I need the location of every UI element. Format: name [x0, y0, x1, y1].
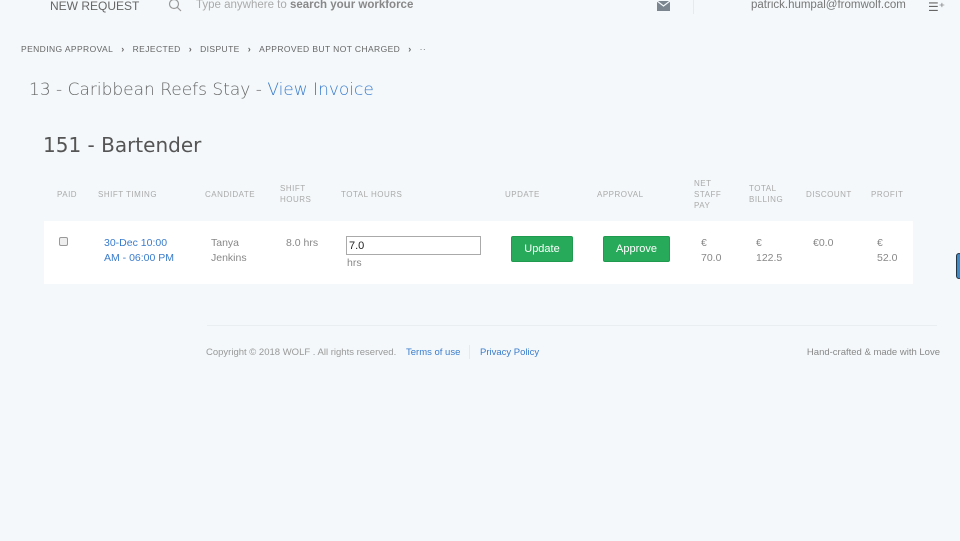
chevron-right-icon: ›	[247, 44, 252, 54]
chevron-right-icon: ›	[408, 44, 412, 54]
total-billing: € 122.5	[756, 237, 783, 264]
user-email[interactable]: patrick.humpal@fromwolf.com	[751, 0, 906, 11]
breadcrumb-dispute[interactable]: DISPUTE	[200, 44, 240, 54]
header-discount: DISCOUNT	[806, 190, 852, 199]
header-candidate: CANDIDATE	[205, 190, 256, 199]
hand-crafted: Hand-crafted & made with Love	[806, 347, 940, 358]
event-title-text: 13 - Caribbean Reefs Stay -	[29, 80, 268, 100]
profit: € 52.0	[877, 237, 898, 264]
update-button[interactable]: Update	[511, 236, 573, 262]
header-total-hours: TOTAL HOURS	[341, 190, 403, 199]
header-shift-timing: SHIFT TIMING	[98, 190, 158, 199]
breadcrumb-rejected[interactable]: REJECTED	[133, 44, 181, 54]
header-update: UPDATE	[505, 190, 540, 199]
mail-icon[interactable]	[657, 1, 670, 11]
hours-unit: hrs	[347, 257, 362, 269]
header-approval: APPROVAL	[597, 190, 644, 199]
chevron-right-icon: ›	[121, 44, 125, 54]
breadcrumb-more[interactable]: ··	[420, 44, 426, 54]
breadcrumb-approved-not-charged[interactable]: APPROVED BUT NOT CHARGED	[259, 44, 400, 54]
net-staff-pay: € 70.0	[701, 237, 722, 264]
position-title: 151 - Bartender	[43, 133, 202, 157]
new-request-button[interactable]: NEW REQUEST	[50, 0, 139, 13]
header-paid: PAID	[57, 190, 78, 199]
footer-divider	[207, 325, 937, 326]
terms-link[interactable]: Terms of use	[406, 347, 460, 358]
header-net-staff-pay: NET STAFF PAY	[694, 179, 722, 210]
privacy-link[interactable]: Privacy Policy	[480, 347, 539, 358]
side-panel-handle[interactable]	[956, 253, 960, 279]
divider	[469, 345, 470, 359]
search-placeholder-bold: search your workforce	[289, 0, 414, 11]
divider	[693, 0, 694, 14]
view-invoice-link[interactable]: View Invoice	[267, 80, 374, 100]
menu-add-icon[interactable]: ☰⁺	[928, 0, 945, 14]
search-placeholder: Type anywhere to	[196, 0, 290, 11]
discount: €0.0	[813, 237, 834, 249]
header-shift-hours: SHIFT HOURS	[280, 184, 312, 204]
header-profit: PROFIT	[871, 190, 904, 199]
event-title: 13 - Caribbean Reefs Stay - View Invoice	[29, 80, 374, 100]
header-total-billing: TOTAL BILLING	[749, 184, 784, 204]
chevron-right-icon: ›	[188, 44, 193, 54]
search-input[interactable]: Type anywhere to search your workforce	[196, 0, 413, 11]
shift-hours: 8.0 hrs	[286, 237, 319, 249]
shift-timing-link[interactable]: 30-Dec 10:00 AM - 06:00 PM	[104, 236, 184, 266]
copyright: Copyright © 2018 WOLF . All rights reser…	[206, 347, 397, 358]
total-hours-input[interactable]	[346, 236, 481, 255]
search-icon[interactable]	[168, 0, 182, 12]
breadcrumb: PENDING APPROVAL › REJECTED › DISPUTE › APP…	[21, 44, 426, 54]
candidate-name: Tanya Jenkins	[211, 237, 247, 264]
approve-button[interactable]: Approve	[603, 236, 670, 262]
breadcrumb-pending[interactable]: PENDING APPROVAL	[21, 44, 113, 54]
paid-checkbox[interactable]	[59, 237, 68, 246]
